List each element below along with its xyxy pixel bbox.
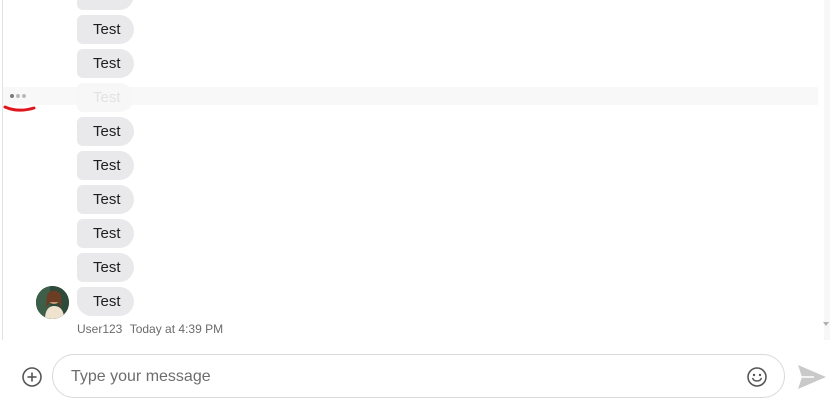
- smiley-icon[interactable]: [746, 366, 768, 388]
- message-bubble[interactable]: Test: [77, 253, 134, 282]
- message-meta: User123 Today at 4:39 PM: [77, 322, 223, 336]
- scrollbar[interactable]: [824, 0, 830, 340]
- red-underline-mark: [3, 105, 36, 112]
- sender-name: User123: [77, 322, 123, 336]
- message-bubble-hovered[interactable]: Test: [77, 83, 134, 112]
- message-bubble[interactable]: Test: [77, 219, 134, 248]
- scroll-down-icon[interactable]: [823, 322, 829, 326]
- message-bubble[interactable]: Test: [77, 15, 134, 44]
- message-bubble[interactable]: Test: [77, 0, 134, 10]
- message-bubble[interactable]: Test: [77, 185, 134, 214]
- message-timestamp: Today at 4:39 PM: [129, 322, 224, 336]
- message-bubble[interactable]: Test: [77, 287, 134, 316]
- avatar[interactable]: [36, 286, 69, 319]
- message-bubble[interactable]: Test: [77, 151, 134, 180]
- more-dots-icon[interactable]: [10, 94, 26, 99]
- chat-left-border: [2, 0, 3, 340]
- message-bubble[interactable]: Test: [77, 49, 134, 78]
- message-bubble[interactable]: Test: [77, 117, 134, 146]
- chat-message-area: Test Test Test Test Test Test Test Test …: [0, 0, 830, 340]
- message-input[interactable]: [69, 366, 733, 388]
- plus-circle-icon[interactable]: [21, 366, 43, 388]
- paper-plane-icon[interactable]: [797, 363, 827, 391]
- message-input-box[interactable]: [52, 354, 785, 398]
